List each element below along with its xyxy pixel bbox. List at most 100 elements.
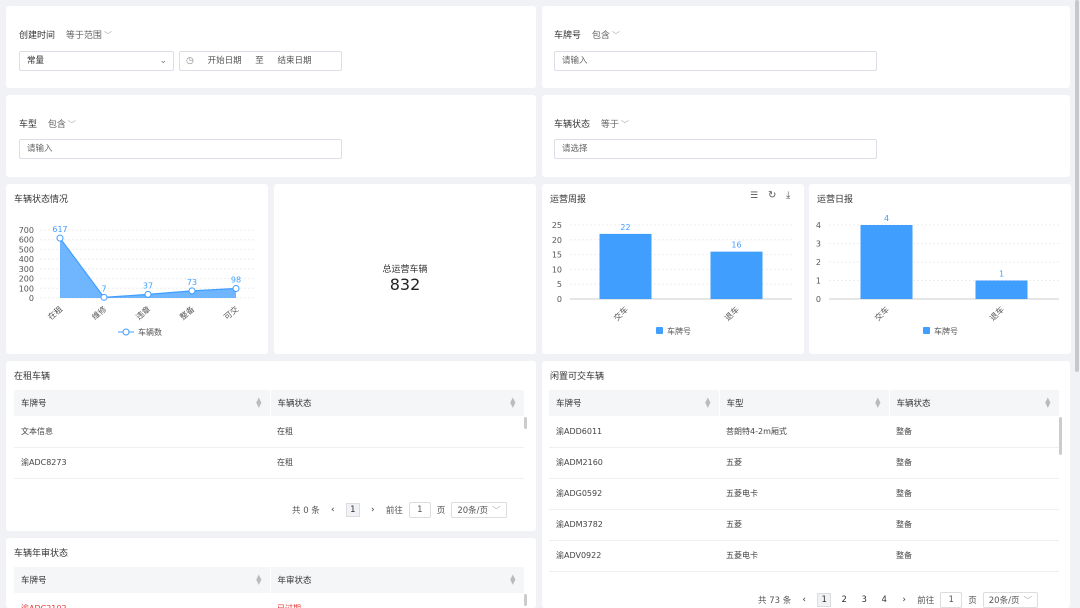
status-operator[interactable]: 等于 ﹀ (601, 120, 629, 130)
bar (599, 233, 652, 299)
page-number[interactable]: 3 (857, 593, 871, 607)
table-scrollbar[interactable] (524, 417, 527, 429)
column-header-model[interactable]: 车型 ▲ ▼ (719, 390, 890, 416)
goto-label: 前往 (917, 596, 935, 606)
goto-page-input[interactable]: 1 (408, 502, 431, 518)
column-header-plate[interactable]: 车牌号 ▲ ▼ (14, 390, 271, 416)
end-date-input[interactable]: 结束日期 (278, 56, 312, 66)
chevron-down-icon: ﹀ (620, 120, 629, 129)
table-row[interactable]: 渝ADM3782 五菱 整备 (549, 509, 1059, 541)
prev-page-button[interactable]: ‹ (797, 593, 811, 607)
idle-table: 车牌号 ▲ ▼ 车型 ▲ ▼ 车辆状态 ▲ ▼ 渝ADD6011 菩朗特4-2m厢式 整备 渝A… (549, 390, 1060, 572)
clock-icon: ◷ (186, 56, 194, 66)
rented-vehicles-title: 在租车辆 (14, 372, 51, 382)
page-number[interactable]: 1 (817, 593, 832, 607)
rented-vehicles-card: 在租车辆 车牌号 ▲ ▼ 车辆状态 ▲ ▼ 文本信息 在租 渝ADC8273 在租 共 … (6, 361, 536, 531)
x-tick-label: 退车 (723, 304, 741, 322)
data-point (144, 290, 152, 298)
next-page-button[interactable]: › (897, 593, 911, 607)
prev-page-button[interactable]: ‹ (326, 503, 340, 517)
y-tick-label: 0 (557, 295, 562, 304)
weekly-report-card: 运营周报 ☰ ↻ ⤓ 25 20 15 10 5 0 22 交车 16 退车 车牌号 (542, 184, 804, 354)
plate-input[interactable]: 请输入 (554, 51, 877, 71)
y-tick-label: 3 (816, 240, 821, 249)
table-row[interactable]: 文本信息 在租 (14, 416, 524, 448)
page-number[interactable]: 1 (345, 503, 360, 517)
sort-icon[interactable]: ▲ ▼ (256, 574, 261, 586)
filter-model-card: 车型 包含 ﹀ 请输入 (6, 95, 536, 177)
value-type-select-text: 常量 (27, 56, 45, 66)
x-tick-label: 在租 (46, 304, 65, 322)
value-type-select[interactable]: 常量 ⌄ (19, 51, 174, 71)
x-tick-label: 交车 (873, 304, 891, 322)
model-operator[interactable]: 包含 ﹀ (48, 120, 76, 130)
table-row[interactable]: 渝ADC8273 在租 (14, 447, 524, 479)
sort-icon[interactable]: ▲ ▼ (1045, 397, 1050, 409)
table-cell: 渝ADG0592 (549, 478, 719, 510)
rented-table: 车牌号 ▲ ▼ 车辆状态 ▲ ▼ 文本信息 在租 渝ADC8273 在租 (14, 390, 525, 479)
page-number[interactable]: 2 (837, 593, 851, 607)
table-cell: 渝ADD6011 (549, 416, 719, 448)
column-header-plate[interactable]: 车牌号 ▲ ▼ (14, 567, 271, 593)
next-page-button[interactable]: › (366, 503, 380, 517)
table-header: 车牌号 ▲ ▼ 车型 ▲ ▼ 车辆状态 ▲ ▼ (549, 390, 1060, 416)
create-time-label: 创建时间 等于范围 ﹀ (19, 28, 112, 41)
y-tick-label: 100 (19, 284, 34, 293)
status-select[interactable]: 请选择 (554, 139, 877, 159)
y-tick-label: 2 (816, 258, 821, 267)
page-size-select[interactable]: 20条/页 ﹀ (451, 502, 507, 518)
column-header-label: 车辆状态 (277, 399, 312, 409)
model-operator-text: 包含 (47, 120, 66, 130)
table-scrollbar[interactable] (1059, 417, 1062, 455)
create-time-operator[interactable]: 等于范围 ﹀ (66, 31, 112, 41)
sort-icon[interactable]: ▲ ▼ (510, 397, 515, 409)
page-size-select[interactable]: 20条/页 ﹀ (982, 592, 1038, 608)
column-header-status[interactable]: 车辆状态 ▲ ▼ (889, 390, 1060, 416)
page-number[interactable]: 4 (877, 593, 891, 607)
data-point (100, 293, 108, 301)
page-size-text: 20条/页 (457, 506, 489, 516)
table-cell: 渝ADM2160 (549, 447, 719, 479)
plate-operator[interactable]: 包含 ﹀ (592, 31, 620, 41)
y-tick-label: 0 (816, 295, 821, 304)
y-tick-label: 400 (19, 255, 34, 264)
table-row[interactable]: 渝ADC2102 已过期 (14, 593, 524, 608)
sort-icon[interactable]: ▲ ▼ (510, 574, 515, 586)
table-scrollbar[interactable] (524, 594, 527, 606)
sort-icon[interactable]: ▲ ▼ (875, 397, 880, 409)
chevron-down-icon: ﹀ (611, 31, 620, 40)
start-date-input[interactable]: 开始日期 (208, 56, 242, 66)
legend-label: 车牌号 (667, 326, 691, 336)
date-range-picker[interactable]: ◷ 开始日期 至 结束日期 (179, 51, 342, 71)
page-scrollbar[interactable] (1075, 0, 1079, 372)
sort-icon[interactable]: ▲ ▼ (256, 397, 261, 409)
plate-input-placeholder: 请输入 (562, 56, 588, 66)
status-chart-card: 车辆状态情况 700 600 500 400 300 200 100 0 617 7 37 73 98 在… (6, 184, 268, 354)
annual-table: 车牌号 ▲▼ 年审状态 ▲▼ 渝ADC2102 已过期 (14, 567, 525, 608)
model-input[interactable]: 请输入 (19, 139, 342, 159)
filter-plate-card: 车牌号 包含 ﹀ 请输入 (542, 6, 1070, 88)
table-row[interactable]: 渝ADG0592 五菱电卡 整备 (549, 478, 1059, 510)
pagination-total: 共 0 条 (292, 506, 320, 516)
table-row[interactable]: 渝ADD6011 菩朗特4-2m厢式 整备 (549, 416, 1059, 448)
table-row[interactable]: 渝ADV0922 五菱电卡 整备 (549, 540, 1059, 572)
table-row[interactable]: 渝ADM2160 五菱 整备 (549, 447, 1059, 479)
goto-page-input[interactable]: 1 (940, 592, 963, 608)
data-label: 16 (731, 241, 741, 250)
data-point (232, 284, 240, 292)
sort-icon[interactable]: ▲ ▼ (705, 397, 710, 409)
annual-inspection-title: 车辆年审状态 (14, 549, 69, 559)
x-tick-label: 交车 (612, 304, 630, 322)
table-cell: 整备 (889, 447, 1059, 479)
model-label-text: 车型 (19, 120, 38, 130)
status-label: 车辆状态 等于 ﹀ (554, 117, 629, 130)
chevron-down-icon: ⌄ (159, 56, 167, 66)
column-header-annual-status[interactable]: 年审状态 ▲ ▼ (270, 567, 525, 593)
column-header-plate[interactable]: 车牌号 ▲ ▼ (549, 390, 720, 416)
x-tick-label: 退车 (988, 304, 1006, 322)
create-time-label-text: 创建时间 (19, 31, 56, 41)
total-vehicles-card: 总运营车辆 832 (274, 184, 536, 354)
column-header-status[interactable]: 车辆状态 ▲ ▼ (270, 390, 525, 416)
weekly-bar-chart: 25 20 15 10 5 0 22 交车 16 退车车牌号 (552, 221, 792, 336)
data-label: 4 (884, 214, 889, 223)
